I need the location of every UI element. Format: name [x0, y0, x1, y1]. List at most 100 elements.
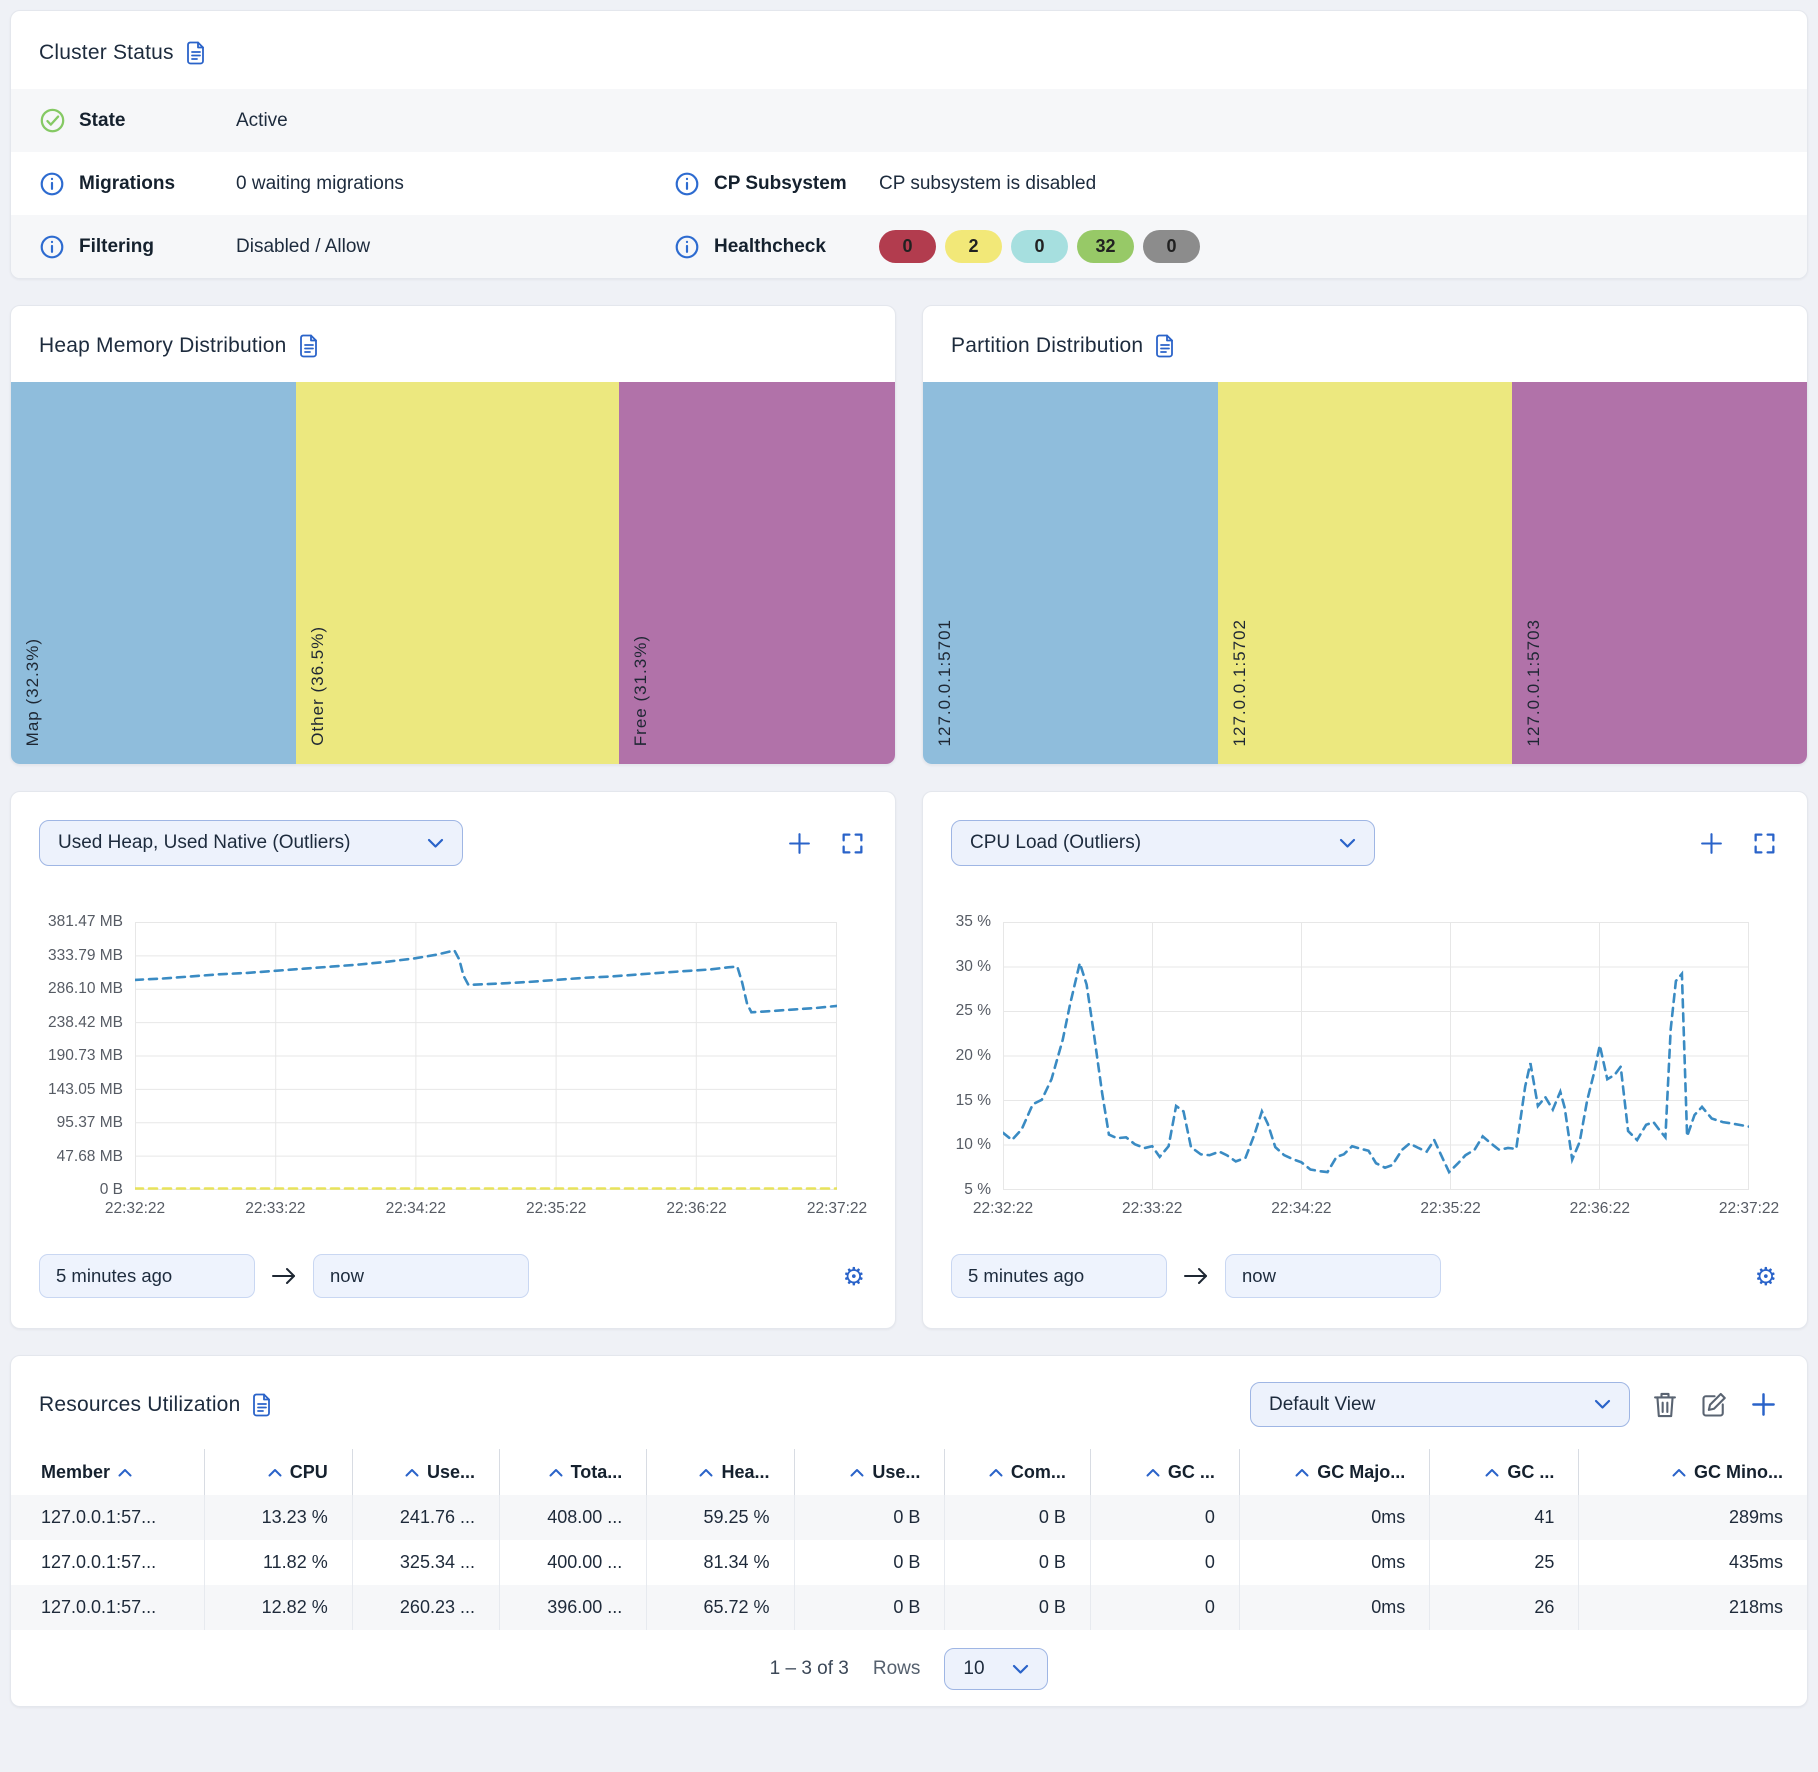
sort-caret-icon — [850, 1468, 864, 1477]
filtering-value: Disabled / Allow — [236, 236, 674, 258]
cpu-load-chart-panel: CPU Load (Outliers) 35 %30 %25 %20 %15 %… — [922, 791, 1808, 1329]
distribution-segment: Other (36.5%) — [296, 382, 618, 764]
table-cell: 13.23 % — [205, 1495, 352, 1540]
document-icon[interactable] — [299, 334, 319, 358]
info-icon — [674, 171, 714, 197]
add-chart-icon[interactable] — [787, 831, 812, 856]
filtering-label: Filtering — [79, 236, 236, 258]
fullscreen-icon[interactable] — [1752, 831, 1777, 856]
page-size-selector[interactable]: 10 — [944, 1648, 1048, 1690]
gear-icon[interactable]: ⚙ — [843, 1264, 865, 1289]
healthcheck-label: Healthcheck — [714, 236, 879, 258]
x-axis-label: 22:34:22 — [386, 1200, 446, 1218]
cluster-status-row-migrations: Migrations 0 waiting migrations CP Subsy… — [11, 152, 1807, 215]
table-row[interactable]: 127.0.0.1:57...12.82 %260.23 ...396.00 .… — [11, 1585, 1807, 1630]
column-header-heap-usage[interactable]: Hea... — [647, 1449, 794, 1495]
table-cell: 0 B — [945, 1585, 1090, 1630]
y-axis-label: 20 % — [956, 1047, 991, 1065]
document-icon[interactable] — [1155, 334, 1175, 358]
heap-distribution-bar: Map (32.3%)Other (36.5%)Free (31.3%) — [11, 382, 895, 764]
distribution-segment: 127.0.0.1:5701 — [923, 382, 1218, 764]
add-chart-icon[interactable] — [1699, 831, 1724, 856]
y-axis-label: 238.42 MB — [48, 1014, 123, 1032]
x-axis-label: 22:33:22 — [245, 1200, 305, 1218]
y-axis: 381.47 MB333.79 MB286.10 MB238.42 MB190.… — [39, 922, 135, 1190]
column-header-gc-major[interactable]: GC ... — [1090, 1449, 1239, 1495]
resources-table: Member CPU Use... Tota... Hea... Use... … — [11, 1449, 1807, 1630]
column-header-gc-major-time[interactable]: GC Majo... — [1239, 1449, 1429, 1495]
panel-title: Partition Distribution — [951, 334, 1143, 358]
table-cell: 260.23 ... — [352, 1585, 499, 1630]
metric-selector[interactable]: Used Heap, Used Native (Outliers) — [39, 820, 463, 866]
pagination-range: 1 – 3 of 3 — [770, 1658, 849, 1680]
chevron-down-icon — [427, 838, 444, 849]
x-axis-label: 22:37:22 — [807, 1200, 867, 1218]
time-to-input[interactable]: now — [1225, 1254, 1441, 1298]
add-view-icon[interactable] — [1750, 1391, 1777, 1418]
rows-label: Rows — [873, 1658, 921, 1680]
column-header-total-heap[interactable]: Tota... — [499, 1449, 646, 1495]
page-size-value: 10 — [963, 1658, 984, 1680]
chevron-down-icon — [1339, 838, 1356, 849]
gear-icon[interactable]: ⚙ — [1755, 1264, 1777, 1289]
time-to-input[interactable]: now — [313, 1254, 529, 1298]
edit-view-icon[interactable] — [1700, 1391, 1728, 1419]
column-header-used-native[interactable]: Use... — [794, 1449, 945, 1495]
sort-caret-icon — [699, 1468, 713, 1477]
panel-title: Resources Utilization — [39, 1393, 240, 1417]
distribution-segment: 127.0.0.1:5703 — [1512, 382, 1807, 764]
table-cell: 435ms — [1579, 1540, 1807, 1585]
healthcheck-badges: 020320 — [879, 230, 1779, 263]
partition-distribution-bar: 127.0.0.1:5701127.0.0.1:5702127.0.0.1:57… — [923, 382, 1807, 764]
column-header-used-heap[interactable]: Use... — [352, 1449, 499, 1495]
view-selector[interactable]: Default View — [1250, 1382, 1630, 1427]
y-axis-label: 35 % — [956, 913, 991, 931]
sort-caret-icon — [549, 1468, 563, 1477]
table-cell: 127.0.0.1:57... — [11, 1495, 205, 1540]
column-header-gc-minor-time[interactable]: GC Mino... — [1579, 1449, 1807, 1495]
arrow-right-icon — [1183, 1266, 1209, 1286]
y-axis-label: 30 % — [956, 958, 991, 976]
check-circle-icon — [39, 107, 79, 134]
table-cell: 396.00 ... — [499, 1585, 646, 1630]
x-axis: 22:32:2222:33:2222:34:2222:35:2222:36:22… — [1003, 1190, 1749, 1220]
table-cell: 289ms — [1579, 1495, 1807, 1540]
fullscreen-icon[interactable] — [840, 831, 865, 856]
column-header-gc-minor[interactable]: GC ... — [1430, 1449, 1579, 1495]
table-cell: 241.76 ... — [352, 1495, 499, 1540]
x-axis-label: 22:33:22 — [1122, 1200, 1182, 1218]
migrations-value: 0 waiting migrations — [236, 173, 674, 195]
delete-view-icon[interactable] — [1652, 1391, 1678, 1419]
used-heap-chart-panel: Used Heap, Used Native (Outliers) 381.47… — [10, 791, 896, 1329]
cp-subsystem-label: CP Subsystem — [714, 173, 879, 195]
distribution-segment: Map (32.3%) — [11, 382, 296, 764]
metric-selector-value: Used Heap, Used Native (Outliers) — [58, 832, 351, 854]
y-axis-label: 0 B — [100, 1181, 123, 1199]
healthcheck-badge: 2 — [945, 230, 1002, 263]
y-axis-label: 286.10 MB — [48, 980, 123, 998]
y-axis-label: 5 % — [964, 1181, 991, 1199]
cpu-load-line-chart — [1003, 922, 1749, 1190]
table-cell: 0ms — [1239, 1585, 1429, 1630]
sort-caret-icon — [405, 1468, 419, 1477]
table-cell: 400.00 ... — [499, 1540, 646, 1585]
table-cell: 0 B — [794, 1540, 945, 1585]
document-icon[interactable] — [252, 1393, 272, 1417]
metric-selector[interactable]: CPU Load (Outliers) — [951, 820, 1375, 866]
heap-memory-distribution-panel: Heap Memory Distribution Map (32.3%)Othe… — [10, 305, 896, 765]
healthcheck-badge: 0 — [1011, 230, 1068, 263]
column-header-member[interactable]: Member — [11, 1449, 205, 1495]
time-from-input[interactable]: 5 minutes ago — [951, 1254, 1167, 1298]
column-header-cpu[interactable]: CPU — [205, 1449, 352, 1495]
cluster-status-panel: Cluster Status State Active Migrations 0… — [10, 10, 1808, 279]
table-row[interactable]: 127.0.0.1:57...11.82 %325.34 ...400.00 .… — [11, 1540, 1807, 1585]
document-icon[interactable] — [186, 41, 206, 65]
healthcheck-badge: 32 — [1077, 230, 1134, 263]
resources-utilization-panel: Resources Utilization Default View — [10, 1355, 1808, 1707]
metric-selector-value: CPU Load (Outliers) — [970, 832, 1141, 854]
column-header-committed[interactable]: Com... — [945, 1449, 1090, 1495]
table-cell: 0ms — [1239, 1540, 1429, 1585]
time-from-input[interactable]: 5 minutes ago — [39, 1254, 255, 1298]
table-row[interactable]: 127.0.0.1:57...13.23 %241.76 ...408.00 .… — [11, 1495, 1807, 1540]
table-cell: 81.34 % — [647, 1540, 794, 1585]
